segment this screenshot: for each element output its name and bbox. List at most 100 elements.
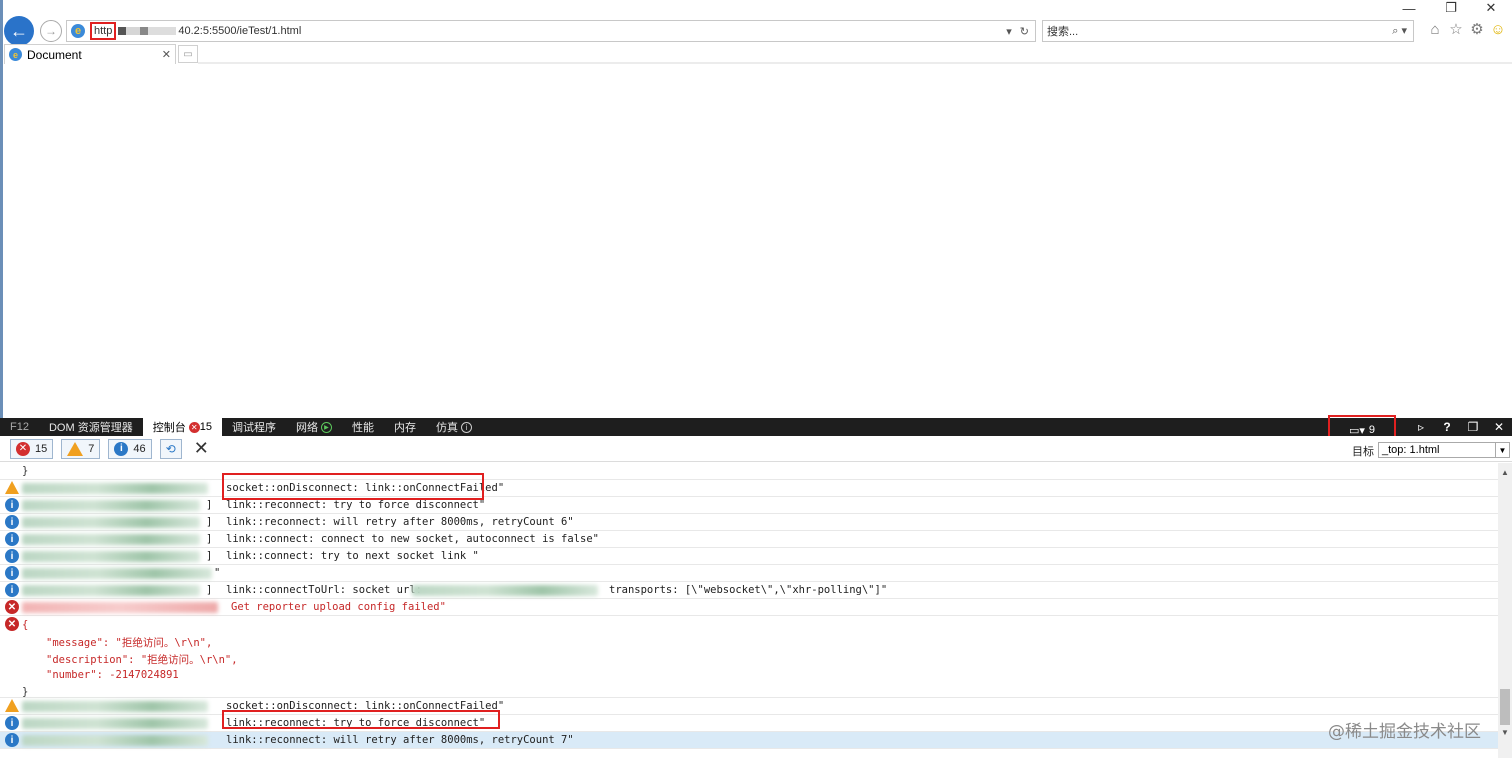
console-row[interactable]: i ] link::connect: connect to new socket… <box>0 531 1498 548</box>
tab-memory[interactable]: 内存 <box>384 418 426 436</box>
favorites-star-icon[interactable]: ☆ <box>1447 20 1465 38</box>
url-redacted <box>118 27 177 35</box>
console-row[interactable]: i ] link::connect: try to next socket li… <box>0 548 1498 565</box>
warning-icon <box>5 481 19 494</box>
url-protocol: http <box>90 22 117 40</box>
address-bar[interactable]: e http 40.2:5:5500/ieTest/1.html ▾ ↻ <box>66 20 1036 42</box>
close-icon[interactable]: ✕ <box>1476 0 1506 16</box>
tab-label: 网络 <box>295 422 318 434</box>
console-row-selected[interactable]: i link::reconnect: will retry after 8000… <box>0 732 1498 749</box>
redacted-prefix <box>22 500 200 511</box>
clear-console-icon[interactable]: ✕ <box>194 438 209 459</box>
info-icon: i <box>5 716 19 730</box>
target-select[interactable]: _top: 1.html ▼ <box>1378 442 1510 458</box>
preserve-log-button[interactable]: ⟲ <box>159 438 182 459</box>
filter-warnings-button[interactable]: 7 <box>61 438 101 459</box>
console-row[interactable]: i ] link::reconnect: will retry after 80… <box>0 514 1498 531</box>
console-row[interactable]: i " <box>0 565 1498 582</box>
undock-icon[interactable]: ❐ <box>1460 418 1486 436</box>
scroll-up-icon[interactable]: ▲ <box>1498 465 1512 479</box>
play-icon: ▶ <box>320 421 332 433</box>
smiley-feedback-icon[interactable]: ☺ <box>1489 20 1507 38</box>
tab-performance[interactable]: 性能 <box>342 418 384 436</box>
console-output[interactable]: } socket::onDisconnect: link::onConnectF… <box>0 463 1498 758</box>
watermark: @稀土掘金技术社区 <box>1328 722 1481 742</box>
console-prefix: " <box>214 567 221 579</box>
arrow-left-icon: ← <box>10 20 28 41</box>
tab-emulation[interactable]: 仿真 i <box>426 418 482 436</box>
preserve-log-icon: ⟲ <box>165 441 176 456</box>
console-scrollbar[interactable]: ▲ ▼ <box>1498 463 1512 758</box>
console-message: link::connect: try to next socket link " <box>226 550 479 562</box>
redacted-prefix <box>22 551 200 562</box>
console-prefix: ] <box>206 516 213 528</box>
tab-label: 性能 <box>351 422 374 434</box>
console-row-error-object[interactable]: ✕ { "message": "拒绝访问。\r\n", "description… <box>0 616 1498 698</box>
info-icon: i <box>5 498 19 512</box>
arrow-right-icon: → <box>45 24 57 38</box>
devtools-f12-label: F12 <box>10 421 29 433</box>
tab-debugger[interactable]: 调试程序 <box>222 418 286 436</box>
redacted-url <box>412 585 598 596</box>
error-icon: ✕ <box>188 421 200 433</box>
tab-network[interactable]: 网络 ▶ <box>286 418 342 436</box>
console-row[interactable]: ✕ Get reporter upload config failed" <box>0 599 1498 616</box>
filter-info-button[interactable]: i 46 <box>108 438 152 459</box>
warning-icon <box>5 699 19 712</box>
warning-icon <box>67 441 84 456</box>
tab-console[interactable]: 控制台 ✕ 15 <box>142 418 222 436</box>
annotation-box-disconnect <box>222 473 484 500</box>
ie-favicon-icon: e <box>71 24 85 38</box>
filter-errors-button[interactable]: ✕ 15 <box>10 438 54 459</box>
tab-close-icon[interactable]: ✕ <box>162 48 175 61</box>
browser-tab-document[interactable]: e Document ✕ <box>4 44 176 64</box>
console-toggle-icon[interactable]: ▹ <box>1408 418 1434 436</box>
monitor-icon: ▭▾ <box>1348 424 1365 437</box>
annotation-box-force-disconnect <box>222 710 500 729</box>
object-line-number: "number": -2147024891 <box>46 669 179 681</box>
redacted-prefix <box>22 585 200 596</box>
redacted-prefix <box>22 718 208 729</box>
gear-icon[interactable]: ⚙ <box>1468 20 1486 38</box>
minimize-icon[interactable]: — <box>1394 0 1424 16</box>
redacted-prefix <box>22 534 200 545</box>
info-icon: i <box>114 441 129 456</box>
console-message-transports: transports: [\"websocket\",\"xhr-polling… <box>609 584 888 596</box>
forward-button[interactable]: → <box>40 20 62 42</box>
chevron-down-icon[interactable]: ▾ <box>1006 25 1012 38</box>
home-icon[interactable]: ⌂ <box>1426 20 1444 38</box>
tab-label: 仿真 <box>435 422 458 434</box>
scroll-down-icon[interactable]: ▼ <box>1498 725 1512 739</box>
close-devtools-icon[interactable]: ✕ <box>1486 418 1512 436</box>
tab-label: 调试程序 <box>231 422 276 434</box>
search-placeholder: 搜索... <box>1047 26 1079 38</box>
console-message: Get reporter upload config failed" <box>231 601 446 613</box>
tab-label: DOM 资源管理器 <box>48 422 133 434</box>
refresh-icon[interactable]: ↻ <box>1020 25 1029 38</box>
search-input[interactable]: 搜索... ⌕ ▾ <box>1042 20 1414 42</box>
tab-label: 控制台 <box>152 422 186 434</box>
emulation-count: 9 <box>1368 424 1376 436</box>
restore-icon[interactable]: ❐ <box>1436 0 1466 16</box>
object-open-brace: { <box>22 619 29 631</box>
console-error-badge: 15 <box>199 421 212 433</box>
redacted-prefix <box>22 602 218 613</box>
web-page-content[interactable] <box>3 64 1512 418</box>
console-message: link::connectToUrl: socket url: <box>226 584 422 596</box>
back-button[interactable]: ← <box>4 16 34 46</box>
object-close-brace: } <box>22 686 29 698</box>
scroll-thumb[interactable] <box>1500 689 1510 725</box>
info-icon: i <box>5 549 19 563</box>
tab-dom-explorer[interactable]: DOM 资源管理器 <box>39 418 143 436</box>
info-count: 46 <box>133 442 146 455</box>
new-tab-icon: ▭ <box>183 48 193 60</box>
help-icon[interactable]: ? <box>1434 418 1460 436</box>
ie-favicon-icon: e <box>9 48 22 61</box>
info-icon: i <box>5 515 19 529</box>
new-tab-button[interactable]: ▭ <box>178 45 198 63</box>
chevron-down-icon: ▼ <box>1495 443 1509 457</box>
search-icon[interactable]: ⌕ ▾ <box>1392 24 1413 38</box>
redacted-prefix <box>22 735 208 746</box>
console-row[interactable]: i ] link::connectToUrl: socket url: tran… <box>0 582 1498 599</box>
info-icon: i <box>460 421 472 433</box>
